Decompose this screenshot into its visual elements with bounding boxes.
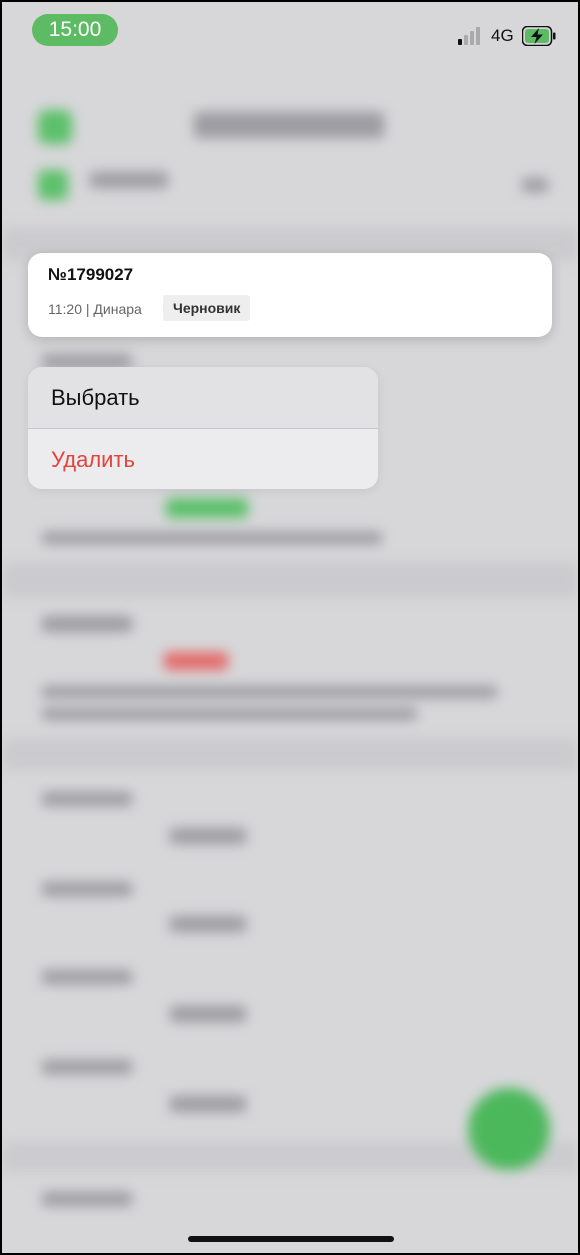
order-meta: 11:20 | Динара: [48, 301, 142, 317]
row-placeholder: [42, 970, 132, 984]
battery-charging-icon: [522, 26, 556, 46]
status-placeholder: [170, 1006, 246, 1022]
screen: 15:00 4G №1799027 11:20 | Динара Чернови…: [0, 0, 580, 1255]
row-placeholder: [42, 616, 132, 632]
order-preview-card[interactable]: №1799027 11:20 | Динара Черновик: [28, 253, 552, 337]
blurred-background: [2, 2, 578, 1253]
add-icon[interactable]: [468, 1088, 550, 1170]
row-placeholder: [42, 882, 132, 896]
section-band: [2, 738, 578, 770]
status-placeholder: [170, 916, 246, 932]
home-indicator[interactable]: [188, 1236, 394, 1242]
row-placeholder: [42, 686, 497, 698]
status-placeholder: [164, 652, 228, 670]
row-placeholder: [42, 792, 132, 806]
status-placeholder: [170, 828, 246, 844]
network-label: 4G: [491, 26, 514, 45]
status-placeholder: [170, 1096, 246, 1112]
row-placeholder: [42, 354, 132, 368]
select-menu-item[interactable]: Выбрать: [28, 367, 378, 428]
context-menu: Выбрать Удалить: [28, 367, 378, 489]
back-icon: [38, 110, 72, 144]
section-band: [2, 562, 578, 598]
row-placeholder: [42, 1192, 132, 1206]
delete-menu-item[interactable]: Удалить: [28, 429, 378, 489]
order-number: №1799027: [48, 265, 134, 284]
status-bar: 15:00 4G: [2, 2, 578, 62]
status-badge: Черновик: [163, 295, 251, 321]
chevron-icon: [522, 178, 548, 192]
header-placeholder: [194, 112, 384, 138]
signal-icon: [458, 27, 486, 45]
row-placeholder: [42, 1060, 132, 1074]
filter-placeholder: [90, 172, 168, 188]
filter-icon: [38, 170, 68, 200]
row-placeholder: [42, 708, 417, 720]
row-placeholder: [42, 532, 382, 544]
status-placeholder: [166, 498, 248, 518]
status-time[interactable]: 15:00: [32, 14, 118, 46]
